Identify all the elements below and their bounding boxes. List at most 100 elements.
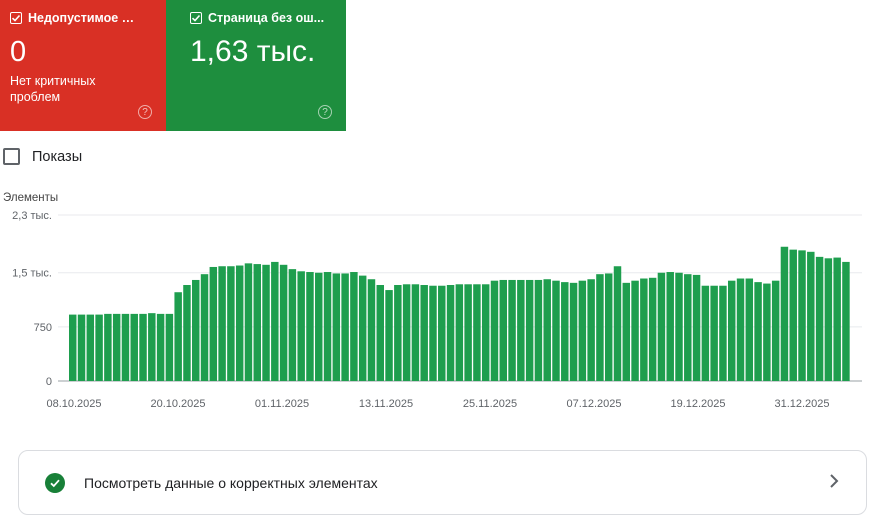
- chart-bar: [763, 283, 771, 381]
- invalid-items-card[interactable]: Недопустимое з... 0 Нет критичных пробле…: [0, 0, 166, 131]
- chart-bar: [165, 313, 174, 381]
- chart-bar: [525, 279, 534, 381]
- chart-bar: [701, 285, 710, 381]
- chart-bar: [455, 284, 464, 381]
- chart-bar: [235, 265, 244, 381]
- chart-bar: [139, 313, 147, 381]
- chart-bar: [736, 278, 745, 381]
- chart-bar: [420, 285, 428, 381]
- chart-bar: [358, 275, 367, 381]
- check-circle-icon: [45, 472, 65, 493]
- chart-bar: [833, 257, 841, 381]
- help-icon[interactable]: ?: [138, 105, 152, 119]
- chart-bar: [402, 284, 411, 381]
- chart-bar: [569, 282, 578, 381]
- chart-bar: [218, 266, 226, 381]
- chart-bar: [543, 279, 551, 381]
- chart-bar: [306, 272, 314, 381]
- chart-bar: [587, 279, 595, 381]
- chart-bar: [95, 314, 103, 381]
- x-tick-label: 07.12.2025: [566, 398, 621, 410]
- checkbox-checked-icon[interactable]: [190, 12, 202, 24]
- checkbox-checked-icon[interactable]: [10, 12, 22, 24]
- chart-bar: [473, 284, 481, 381]
- card-value: 0: [10, 36, 27, 68]
- chart-bar: [631, 280, 639, 381]
- chart-bar: [666, 272, 674, 381]
- impressions-label: Показы: [32, 148, 83, 165]
- chart-bar: [613, 266, 622, 381]
- chart-bar: [754, 282, 762, 381]
- items-bar-chart: 2,3 тыс. 1,5 тыс. 750 0 08.10.2025 20.10.2025…: [12, 210, 862, 410]
- chart-bar: [411, 284, 420, 381]
- chart-bar: [174, 292, 182, 381]
- chart-bar: [446, 285, 455, 381]
- view-valid-items-link[interactable]: Посмотреть данные о корректных элементах: [18, 450, 867, 515]
- chart-bar: [481, 284, 490, 381]
- chart-bar: [183, 285, 191, 381]
- chart-bar: [156, 313, 165, 381]
- x-tick-label: 08.10.2025: [46, 398, 101, 410]
- chart-bar: [332, 273, 341, 381]
- y-tick-label: 1,5 тыс.: [12, 268, 52, 280]
- help-icon[interactable]: ?: [318, 105, 332, 119]
- chevron-right-icon: [830, 474, 839, 488]
- chart-bar: [561, 282, 569, 381]
- chart-bar: [710, 285, 718, 381]
- chart-bar: [262, 264, 270, 381]
- chart-bar: [227, 266, 235, 381]
- chart-bar: [104, 313, 112, 381]
- y-tick-label: 0: [46, 376, 52, 388]
- chart-bar: [385, 290, 393, 381]
- chart-bar: [192, 279, 200, 381]
- x-tick-label: 20.10.2025: [150, 398, 205, 410]
- chart-bar: [112, 313, 121, 381]
- chart-bar: [648, 277, 657, 381]
- x-tick-label: 13.11.2025: [359, 398, 413, 410]
- chart-bar: [341, 273, 349, 381]
- chart-bar: [69, 314, 77, 381]
- impressions-toggle[interactable]: Показы: [3, 148, 82, 165]
- chart-bar: [279, 264, 288, 381]
- chart-bar: [271, 261, 279, 381]
- chart-bar: [596, 274, 604, 381]
- x-tick-label: 01.11.2025: [255, 398, 309, 410]
- chart-bar: [640, 278, 648, 381]
- card-title: Недопустимое з...: [28, 11, 138, 25]
- x-tick-label: 25.11.2025: [463, 398, 517, 410]
- chart-bar: [86, 314, 95, 381]
- chart-bar: [692, 274, 701, 381]
- chart-bar: [780, 246, 789, 381]
- x-tick-label: 31.12.2025: [774, 398, 829, 410]
- chart-bar: [315, 272, 323, 381]
- chart-bar: [622, 282, 631, 381]
- chart-bar: [77, 314, 86, 381]
- y-tick-label: 2,3 тыс.: [12, 210, 52, 222]
- chart-bar: [842, 261, 850, 381]
- chart-bar: [130, 313, 138, 381]
- chart-bar: [323, 272, 332, 381]
- chart-bar: [200, 274, 209, 381]
- chart-bar: [552, 280, 560, 381]
- chart-bar: [508, 279, 516, 381]
- chart-bar: [675, 272, 683, 381]
- valid-pages-card[interactable]: Страница без ош... 1,63 тыс. ?: [166, 0, 346, 131]
- card-title: Страница без ош...: [208, 11, 325, 25]
- chart-bar: [815, 256, 824, 381]
- x-tick-label: 19.12.2025: [670, 398, 725, 410]
- chart-bar: [684, 274, 692, 381]
- chart-bar: [771, 280, 780, 381]
- chart-bar: [604, 273, 613, 381]
- chart-bar: [517, 279, 525, 381]
- chart-bar: [798, 250, 806, 381]
- chart-bar: [657, 272, 666, 381]
- chart-bar: [350, 272, 358, 381]
- chart-bar: [367, 279, 376, 381]
- chart-bar: [499, 279, 508, 381]
- chart-bar: [534, 279, 543, 381]
- y-tick-label: 750: [34, 322, 52, 334]
- card-subtitle: Нет критичных проблем: [10, 74, 96, 104]
- chart-bar: [376, 285, 384, 381]
- chart-bar: [578, 280, 587, 381]
- checkbox-unchecked-icon[interactable]: [3, 148, 20, 165]
